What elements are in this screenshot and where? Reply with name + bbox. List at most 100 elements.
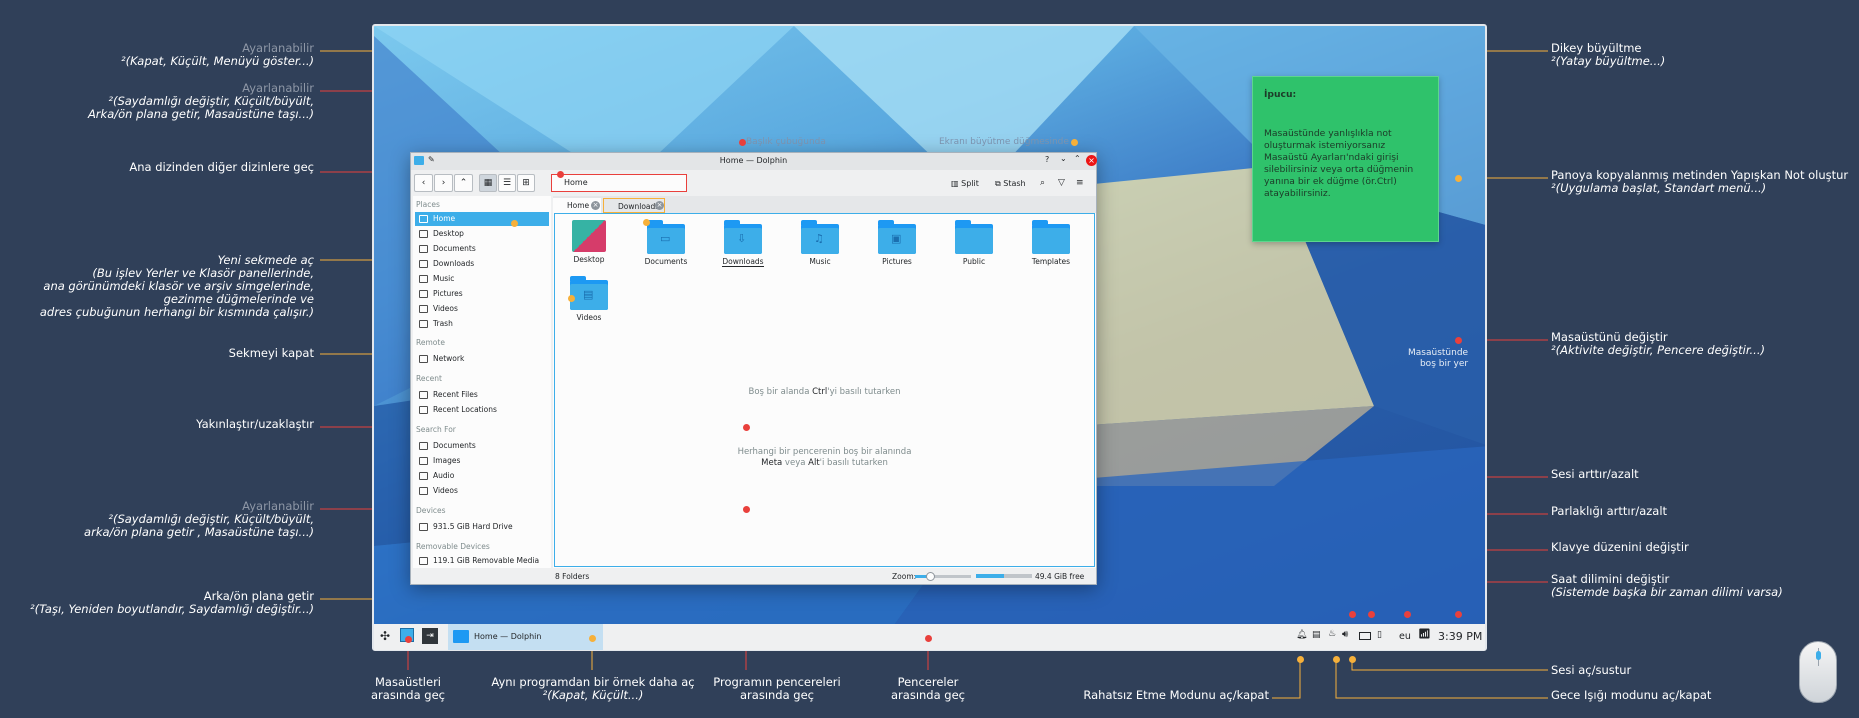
search-icon[interactable]: ⌕ bbox=[1040, 178, 1045, 188]
sidebar-item-videos[interactable]: Videos bbox=[415, 302, 549, 316]
folder-downloads[interactable]: ⇩ Downloads bbox=[713, 220, 773, 267]
marker-dot bbox=[511, 220, 518, 227]
videos-icon bbox=[419, 487, 428, 495]
recent-files-icon bbox=[419, 391, 428, 399]
location-bar[interactable]: Home bbox=[551, 174, 687, 192]
address-home[interactable]: Home bbox=[564, 178, 588, 187]
folder-view[interactable]: Desktop ▭ Documents ⇩ Downloads ♫ Music ▣ Pi… bbox=[554, 213, 1095, 567]
sidebar-item-search-documents[interactable]: Documents bbox=[415, 439, 549, 453]
compact-view-button[interactable]: ☰ bbox=[498, 174, 516, 192]
sidebar-item-hard-drive[interactable]: 931.5 GiB Hard Drive bbox=[415, 520, 549, 534]
clipboard-icon[interactable]: ▤ bbox=[1312, 630, 1321, 640]
marker-dot bbox=[1368, 611, 1375, 618]
sidebar-item-trash[interactable]: Trash bbox=[415, 317, 549, 331]
tab-downloads[interactable]: Downloads × bbox=[603, 198, 665, 213]
up-button[interactable]: ⌃ bbox=[454, 174, 473, 192]
maximize-icon[interactable]: ⌃ bbox=[1074, 154, 1081, 163]
sidebar-item-search-audio[interactable]: Audio bbox=[415, 469, 549, 483]
sidebar-item-recent-files[interactable]: Recent Files bbox=[415, 388, 549, 402]
usb-drive-icon bbox=[419, 557, 428, 565]
mouse-wheel-icon bbox=[1816, 651, 1821, 660]
clock[interactable]: 3:39 PM bbox=[1438, 630, 1482, 643]
task-item-dolphin[interactable]: Home — Dolphin bbox=[448, 624, 603, 650]
split-button[interactable]: ▥ Split bbox=[951, 179, 979, 188]
sidebar-item-music[interactable]: Music bbox=[415, 272, 549, 286]
dolphin-window[interactable]: ✎ Home — Dolphin ? ⌄ ⌃ × ‹ › ⌃ ▦ ☰ ⊞ Hom… bbox=[410, 152, 1097, 585]
marker-dot bbox=[1349, 611, 1356, 618]
sidebar-item-network[interactable]: Network bbox=[415, 352, 549, 366]
stash-button[interactable]: ⧉ Stash bbox=[995, 179, 1026, 189]
sidebar-item-downloads[interactable]: Downloads bbox=[415, 257, 549, 271]
notifications-bell-icon[interactable]: 🔔︎ bbox=[1296, 630, 1307, 640]
minimize-icon[interactable]: ⌄ bbox=[1060, 154, 1067, 163]
sidebar-item-recent-locations[interactable]: Recent Locations bbox=[415, 403, 549, 417]
folder-pictures[interactable]: ▣ Pictures bbox=[867, 220, 927, 266]
sidebar-item-search-videos[interactable]: Videos bbox=[415, 484, 549, 498]
annotation-night-light: Gece Işığı modunu aç/kapat bbox=[1551, 688, 1712, 702]
sidebar-item-desktop[interactable]: Desktop bbox=[415, 227, 549, 241]
folder-documents[interactable]: ▭ Documents bbox=[636, 220, 696, 266]
annotation-titlebar-scroll: Ayarlanabilir ²(Saydamlığı değiştir, Küç… bbox=[87, 81, 314, 121]
pictures-icon bbox=[419, 290, 428, 298]
toolbar: ‹ › ⌃ ▦ ☰ ⊞ Home ▥ Split ⧉ Stash ⌕ ▽ ≡ bbox=[411, 170, 1096, 196]
stash-label: Stash bbox=[1003, 179, 1026, 188]
app-launcher-icon[interactable]: ✣ bbox=[380, 629, 390, 643]
night-light-icon[interactable]: ♨ bbox=[1328, 629, 1336, 639]
folder-music[interactable]: ♫ Music bbox=[790, 220, 850, 266]
close-tab-icon[interactable]: × bbox=[655, 201, 664, 210]
marker-dot bbox=[1404, 611, 1411, 618]
marker-dot bbox=[743, 506, 750, 513]
brightness-icon[interactable]: ▯ bbox=[1377, 630, 1382, 640]
zoom-hint: Boş bir alanda Ctrl'yi basılı tutarken bbox=[748, 387, 901, 397]
wifi-icon[interactable]: 📶︎ bbox=[1418, 629, 1431, 640]
marker-dot bbox=[643, 219, 650, 226]
annotation-change-desktop: Masaüstünü değiştir ²(Aktivite değiştir,… bbox=[1551, 330, 1765, 357]
annotation-zoom: Yakınlaştır/uzaklaştır bbox=[196, 417, 314, 431]
filter-icon[interactable]: ▽ bbox=[1058, 178, 1065, 188]
close-icon[interactable]: × bbox=[1086, 155, 1097, 166]
annotation-navigate-dirs: Ana dizinden diğer dizinlere geç bbox=[129, 160, 314, 174]
downloads-folder-icon: ⇩ bbox=[724, 220, 762, 254]
zoom-slider-handle[interactable] bbox=[926, 572, 935, 581]
forward-button[interactable]: › bbox=[434, 174, 453, 192]
sidebar-item-pictures[interactable]: Pictures bbox=[415, 287, 549, 301]
terminal-icon[interactable]: ⇥ bbox=[422, 628, 438, 644]
keyboard-layout[interactable]: eu bbox=[1399, 631, 1411, 642]
sidebar-item-removable-media[interactable]: 119.1 GiB Removable Media bbox=[415, 554, 549, 568]
sidebar-item-home[interactable]: Home bbox=[415, 212, 549, 226]
folder-videos[interactable]: ▤ Videos bbox=[559, 276, 619, 322]
hamburger-menu-icon[interactable]: ≡ bbox=[1076, 178, 1084, 188]
help-button[interactable]: ? bbox=[1045, 155, 1049, 164]
annotation-switch-desktops: Masaüstleri arasında geç bbox=[371, 675, 445, 702]
note-title: İpucu: bbox=[1264, 89, 1297, 100]
split-label: Split bbox=[961, 179, 979, 188]
sidebar-item-search-images[interactable]: Images bbox=[415, 454, 549, 468]
icons-view-button[interactable]: ▦ bbox=[479, 174, 497, 192]
marker-dot bbox=[1455, 611, 1462, 618]
volume-icon[interactable]: 🔊︎ bbox=[1342, 629, 1348, 640]
free-space-fill bbox=[976, 574, 1004, 578]
folder-templates[interactable]: Templates bbox=[1021, 220, 1081, 266]
sticky-note[interactable]: İpucu: Masaüstünde yanlışlıkla not oluşt… bbox=[1252, 76, 1439, 242]
battery-icon[interactable] bbox=[1359, 632, 1371, 640]
note-body: Masaüstünde yanlışlıkla not oluşturmak i… bbox=[1264, 128, 1414, 199]
home-icon bbox=[419, 215, 428, 223]
marker-dot bbox=[589, 635, 596, 642]
details-view-button[interactable]: ⊞ bbox=[517, 174, 535, 192]
folder-public[interactable]: Public bbox=[944, 220, 1004, 266]
marker-dot bbox=[405, 636, 412, 643]
documents-icon bbox=[419, 245, 428, 253]
annotation-new-instance: Aynı programdan bir örnek daha aç ²(Kapa… bbox=[491, 675, 695, 702]
pictures-folder-icon: ▣ bbox=[878, 220, 916, 254]
title-bar[interactable]: ✎ Home — Dolphin ? ⌄ ⌃ × bbox=[411, 153, 1097, 170]
annotation-sticky-note: Panoya kopyalanmış metinden Yapışkan Not… bbox=[1551, 168, 1849, 195]
tab-home[interactable]: Home × bbox=[553, 198, 601, 213]
folder-desktop[interactable]: Desktop bbox=[559, 220, 619, 264]
marker-dot bbox=[1071, 139, 1078, 146]
folder-count: 8 Folders bbox=[555, 572, 590, 581]
sidebar-item-documents[interactable]: Documents bbox=[415, 242, 549, 256]
back-button[interactable]: ‹ bbox=[414, 174, 433, 192]
desktop-folder-icon bbox=[572, 220, 606, 252]
close-tab-icon[interactable]: × bbox=[591, 201, 600, 210]
move-hint: Herhangi bir pencerenin boş bir alanında… bbox=[737, 447, 912, 468]
